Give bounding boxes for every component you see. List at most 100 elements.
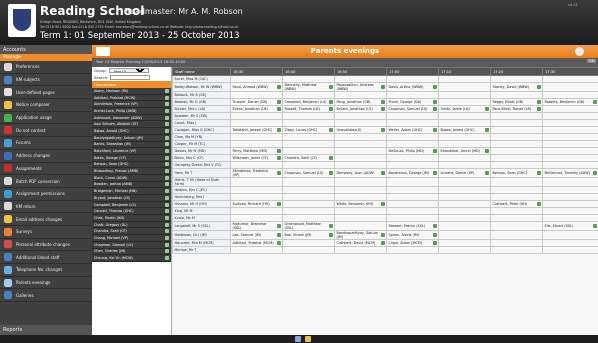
appointment-slot[interactable] [438, 230, 491, 240]
appointment-slot[interactable] [334, 221, 387, 231]
drag-handle-icon[interactable] [165, 115, 169, 120]
appointment-slot[interactable] [386, 200, 439, 208]
column-header[interactable]: 17:30 [542, 67, 598, 76]
appointment-slot[interactable] [230, 207, 283, 215]
appointment[interactable]: Weller, Adam (GHC) [389, 128, 437, 132]
booking-icon[interactable] [276, 100, 281, 104]
student-list-item[interactable]: Akindetola, Frederick (VP) [92, 101, 171, 109]
appointment-slot[interactable] [282, 246, 335, 254]
booking-icon[interactable] [536, 107, 541, 111]
appointment-slot[interactable]: Adhikari, Prabhat (MCM) [230, 239, 283, 247]
booking-icon[interactable] [328, 107, 333, 111]
student-list-item[interactable]: Campbell, Benjamin (LS) [92, 201, 171, 209]
drag-handle-icon[interactable] [165, 249, 169, 254]
appointment-slot[interactable]: Unavailable(X) [334, 126, 387, 134]
booking-icon[interactable] [380, 85, 385, 89]
appointment-slot[interactable]: Parry, Matthew (MD) [230, 147, 283, 155]
appointment-slot[interactable]: Reggs, Elliott (GB) [490, 98, 543, 106]
appointment-slot[interactable] [542, 105, 598, 113]
booking-icon[interactable] [484, 128, 489, 132]
appointment-slot[interactable] [386, 193, 439, 201]
student-list-item[interactable]: Asul Selvam, Abishek (SF) [92, 121, 171, 129]
drag-handle-icon[interactable] [165, 202, 169, 207]
sidebar-item[interactable]: Telephone No. changes [0, 264, 92, 277]
appointment-slot[interactable] [282, 177, 335, 187]
student-list-item[interactable]: Chapman, Samuel (LS) [92, 241, 171, 249]
sidebar-item[interactable]: KM return [0, 201, 92, 214]
appointment-slot[interactable] [438, 161, 491, 169]
sidebar-item[interactable]: Email address changes [0, 213, 92, 226]
group-select[interactable]: Year 13 [108, 68, 149, 73]
appointment-slot[interactable] [282, 112, 335, 120]
appointment-slot[interactable]: Wilkinson, Jamie (CF) [230, 154, 283, 162]
appointment[interactable]: Prove, George (GB) [389, 100, 437, 104]
student-list-item[interactable]: Bryant, Jonathan (LS) [92, 195, 171, 202]
appointment-slot[interactable] [334, 75, 387, 83]
drag-handle-icon[interactable] [165, 235, 169, 240]
appointment-slot[interactable]: Bajwa, Jonest (GHC) [438, 126, 491, 134]
booking-icon[interactable] [380, 202, 385, 206]
booking-icon[interactable] [328, 100, 333, 104]
student-list-item[interactable]: Batchford, Laurence (VP) [92, 148, 171, 155]
appointment[interactable]: Akindetola, Frederick (VP) [233, 170, 281, 177]
sidebar-item[interactable]: Galleries [0, 289, 92, 303]
appointment-slot[interactable] [438, 140, 491, 148]
student-list-item[interactable]: Black, Conor (ADW) [92, 174, 171, 182]
appointment-slot[interactable] [490, 207, 543, 215]
appointment[interactable]: Smith, Jamie (LB) [441, 107, 489, 111]
column-header[interactable]: 16:30 [230, 67, 283, 76]
student-list-item[interactable]: Cheung, Kai Yin (MCW) [92, 255, 171, 262]
sidebar-item[interactable]: KM subjects [0, 74, 92, 87]
appointment-slot[interactable]: Bryant, Jonathan (LS) [334, 105, 387, 113]
drag-handle-icon[interactable] [165, 189, 169, 194]
appointment-slot[interactable] [334, 119, 387, 127]
booking-icon[interactable] [276, 85, 281, 89]
appointment-slot[interactable] [386, 214, 439, 222]
booking-icon[interactable] [432, 224, 437, 228]
drag-handle-icon[interactable] [165, 222, 169, 227]
booking-icon[interactable] [276, 241, 281, 245]
appointment-slot[interactable] [542, 193, 598, 201]
sidebar-item[interactable]: Forums [0, 137, 92, 150]
appointment-slot[interactable] [542, 207, 598, 215]
appointment[interactable]: Khandekar, Varun (MD) [441, 149, 489, 153]
appointment[interactable]: Pang, Jonathan (GB) [337, 100, 385, 104]
appointment-slot[interactable]: Para-Vitelli, Tomas (LB) [490, 105, 543, 113]
appointment[interactable]: Dempsey, Aron (ADW) [337, 171, 385, 175]
appointment-slot[interactable] [386, 186, 439, 194]
sidebar-item[interactable]: Assignment permissions [0, 188, 92, 201]
booking-icon[interactable] [380, 233, 385, 237]
student-list-item[interactable]: Bowden, Joshua (AMB) [92, 181, 171, 189]
drag-handle-icon[interactable] [165, 142, 169, 147]
appointment[interactable]: Zippy, Lucas (GHC) [285, 128, 333, 132]
appointment-slot[interactable]: Roberts, Benjamin (GB) [542, 98, 598, 106]
appointment-slot[interactable]: Dennehy, Matthew (WBW) [282, 82, 335, 92]
appointment-slot[interactable] [230, 91, 283, 99]
drag-handle-icon[interactable] [165, 95, 169, 100]
appointment-slot[interactable] [334, 154, 387, 162]
sidebar-header[interactable]: Accounts [0, 45, 92, 54]
booking-icon[interactable] [328, 156, 333, 160]
drag-handle-icon[interactable] [165, 229, 169, 234]
drag-handle-icon[interactable] [165, 209, 169, 214]
appointment-slot[interactable] [438, 119, 491, 127]
column-header[interactable]: Staff name [172, 67, 231, 76]
appointment-slot[interactable] [230, 193, 283, 201]
student-list-item[interactable]: Benson, Sean (GHC) [92, 161, 171, 169]
appointment[interactable]: Copel, Adam (MCM) [389, 241, 437, 245]
appointment-slot[interactable] [334, 161, 387, 169]
booking-icon[interactable] [432, 107, 437, 111]
appointment-slot[interactable]: Papavasiliou, Andreas (WBW) [334, 82, 387, 92]
appointment-slot[interactable] [230, 133, 283, 141]
booking-icon[interactable] [592, 100, 597, 104]
booking-icon[interactable] [432, 128, 437, 132]
appointment-slot[interactable] [490, 112, 543, 120]
appointment-slot[interactable] [282, 214, 335, 222]
appointment-slot[interactable] [490, 133, 543, 141]
appointment-slot[interactable] [438, 98, 491, 106]
folder-icon[interactable] [96, 47, 110, 56]
appointment-slot[interactable] [282, 239, 335, 247]
column-header[interactable]: 16:40 [282, 67, 335, 76]
appointment-slot[interactable]: Elle, Stuart (SSL) [542, 221, 598, 231]
appointment-slot[interactable]: Trussler, Daniel (GB) [230, 98, 283, 106]
